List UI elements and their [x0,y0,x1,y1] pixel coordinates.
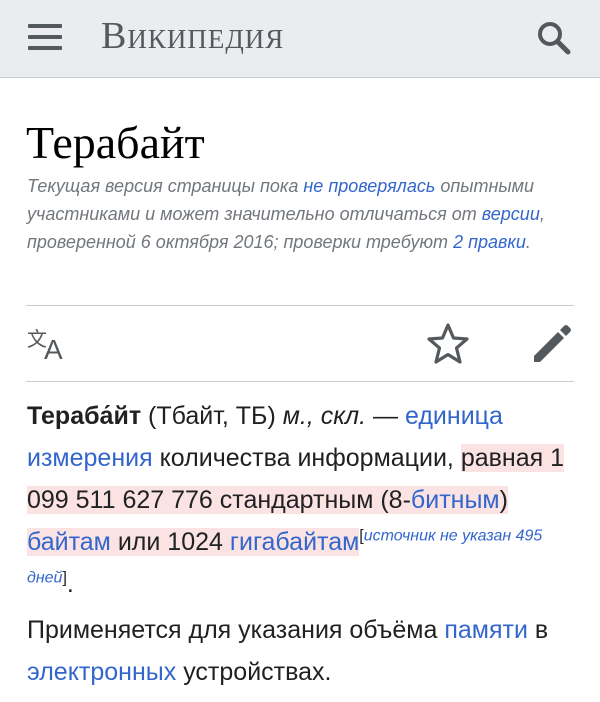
not-checked-link[interactable]: не проверялась [303,176,435,196]
memory-link[interactable]: памяти [444,616,528,644]
divider [26,305,574,306]
wikipedia-wordmark[interactable]: Википедия [101,14,284,58]
article-term: Тераба́йт [27,402,142,430]
8bit-link[interactable]: битным [411,486,500,514]
page-title: Терабайт [26,117,205,168]
grammar-note: м., скл. [282,402,367,430]
paragraph-definition: Тераба́йт (Тбайт, ТБ) м., скл. — единица… [27,402,565,598]
version-link[interactable]: версии [482,204,540,224]
svg-text:A: A [44,334,63,362]
bytes-link[interactable]: байтам [27,528,111,556]
pending-edits-link[interactable]: 2 правки [453,232,526,252]
pencil-edit-icon[interactable] [528,322,574,368]
article-body: Тераба́йт (Тбайт, ТБ) м., скл. — единица… [27,395,579,693]
search-icon[interactable] [534,18,574,58]
gigabytes-link[interactable]: гигабайтам [230,528,359,556]
header-bar: Википедия [0,0,600,78]
paragraph-usage: Применяется для указания объёма памяти в… [27,616,549,686]
revision-notice: Текущая версия страницы пока не проверял… [27,176,545,252]
star-icon[interactable] [426,322,470,366]
language-icon[interactable]: 文 A [27,326,71,365]
divider [26,381,574,382]
electronic-link[interactable]: электронных [27,658,176,686]
hamburger-menu-icon[interactable] [28,24,62,50]
